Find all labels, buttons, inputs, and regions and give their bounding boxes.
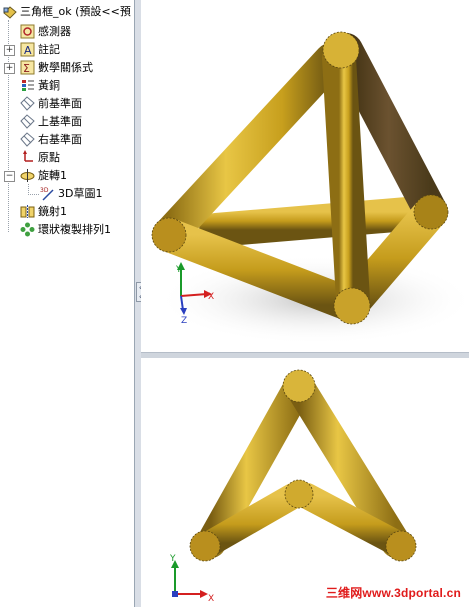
tree-item-sensors[interactable]: 感測器: [20, 22, 71, 40]
origin-icon: [20, 149, 35, 165]
graphics-viewport-top[interactable]: Y X Z: [141, 0, 469, 352]
tree-item-label: 鏡射1: [38, 205, 67, 218]
tree-item-mirror[interactable]: 鏡射1: [20, 202, 67, 220]
collapse-toggle-revolve[interactable]: −: [4, 171, 15, 182]
tree-item-circular-pattern[interactable]: 環狀複製排列1: [20, 220, 111, 238]
part-icon: [2, 4, 17, 19]
sketch3d-icon: 3D: [40, 186, 55, 201]
plane-icon: [20, 113, 35, 129]
annotation-icon: A: [20, 42, 35, 57]
triad-x-label: X: [208, 594, 214, 604]
circular-pattern-icon: [20, 222, 35, 237]
feature-manager-tree: 三角框_ok (預設<<預 感測器 + A 註記 + Σ 數學關係式 黃銅 前基…: [0, 0, 135, 607]
svg-text:3D: 3D: [40, 187, 49, 194]
plane-icon: [20, 95, 35, 111]
svg-text:Σ: Σ: [23, 62, 30, 75]
expand-toggle-equations[interactable]: +: [4, 63, 15, 74]
coordinate-triad-bottom: Y X: [169, 554, 214, 604]
tree-item-equations[interactable]: Σ 數學關係式: [20, 58, 93, 76]
svg-text:A: A: [24, 44, 32, 57]
tetrahedron-frame-model-top: Y X Z: [151, 31, 469, 345]
tree-item-origin[interactable]: 原點: [20, 148, 60, 166]
plane-icon: [20, 131, 35, 147]
joint-left: [151, 217, 187, 253]
tube-front-vertical: [322, 41, 370, 317]
triad-x-label: X: [208, 292, 214, 302]
tree-item-label: 感測器: [38, 25, 71, 38]
joint-center: [284, 479, 314, 509]
tree-item-revolve[interactable]: 旋轉1: [20, 166, 67, 184]
tree-item-annotations[interactable]: A 註記: [20, 40, 60, 58]
joint-right: [385, 530, 417, 562]
mirror-icon: [20, 204, 35, 219]
tree-item-right-plane[interactable]: 右基準面: [20, 130, 82, 148]
tree-child-guide: [28, 184, 39, 195]
tree-item-label: 右基準面: [38, 133, 82, 146]
tree-item-top-plane[interactable]: 上基準面: [20, 112, 82, 130]
joint-left: [189, 530, 221, 562]
revolve-icon: [20, 168, 35, 183]
joint-top: [322, 31, 360, 69]
tree-item-label: 上基準面: [38, 115, 82, 128]
tree-item-label: 旋轉1: [38, 169, 67, 182]
graphics-viewport-bottom[interactable]: Y X 三维网www.3dportal.cn: [141, 358, 469, 607]
tree-item-label: 數學關係式: [38, 61, 93, 74]
tree-item-label: 環狀複製排列1: [38, 223, 111, 236]
tree-root[interactable]: 三角框_ok (預設<<預: [2, 2, 131, 20]
tree-item-label: 註記: [38, 43, 60, 56]
tetrahedron-frame-model-bottom: Y X: [169, 369, 418, 604]
tree-item-3d-sketch[interactable]: 3D 3D草圖1: [40, 184, 102, 202]
joint-front: [333, 287, 371, 325]
tree-item-material[interactable]: 黃銅: [20, 76, 60, 94]
tree-item-label: 前基準面: [38, 97, 82, 110]
joint-top: [282, 369, 316, 403]
tree-item-label: 黃銅: [38, 79, 60, 92]
watermark-text: 三维网www.3dportal.cn: [325, 586, 461, 600]
sensor-icon: [20, 24, 35, 39]
triad-y-label: Y: [175, 265, 182, 275]
material-icon: [20, 78, 35, 93]
triad-y-label: Y: [169, 554, 176, 564]
tree-item-label: 原點: [38, 151, 60, 164]
triad-z-label: Z: [181, 316, 187, 326]
tree-root-label: 三角框_ok (預設<<預: [20, 5, 131, 18]
expand-toggle-annotations[interactable]: +: [4, 45, 15, 56]
equation-icon: Σ: [20, 60, 35, 75]
joint-right: [413, 194, 449, 230]
tree-item-label: 3D草圖1: [58, 187, 103, 200]
tree-item-front-plane[interactable]: 前基準面: [20, 94, 82, 112]
